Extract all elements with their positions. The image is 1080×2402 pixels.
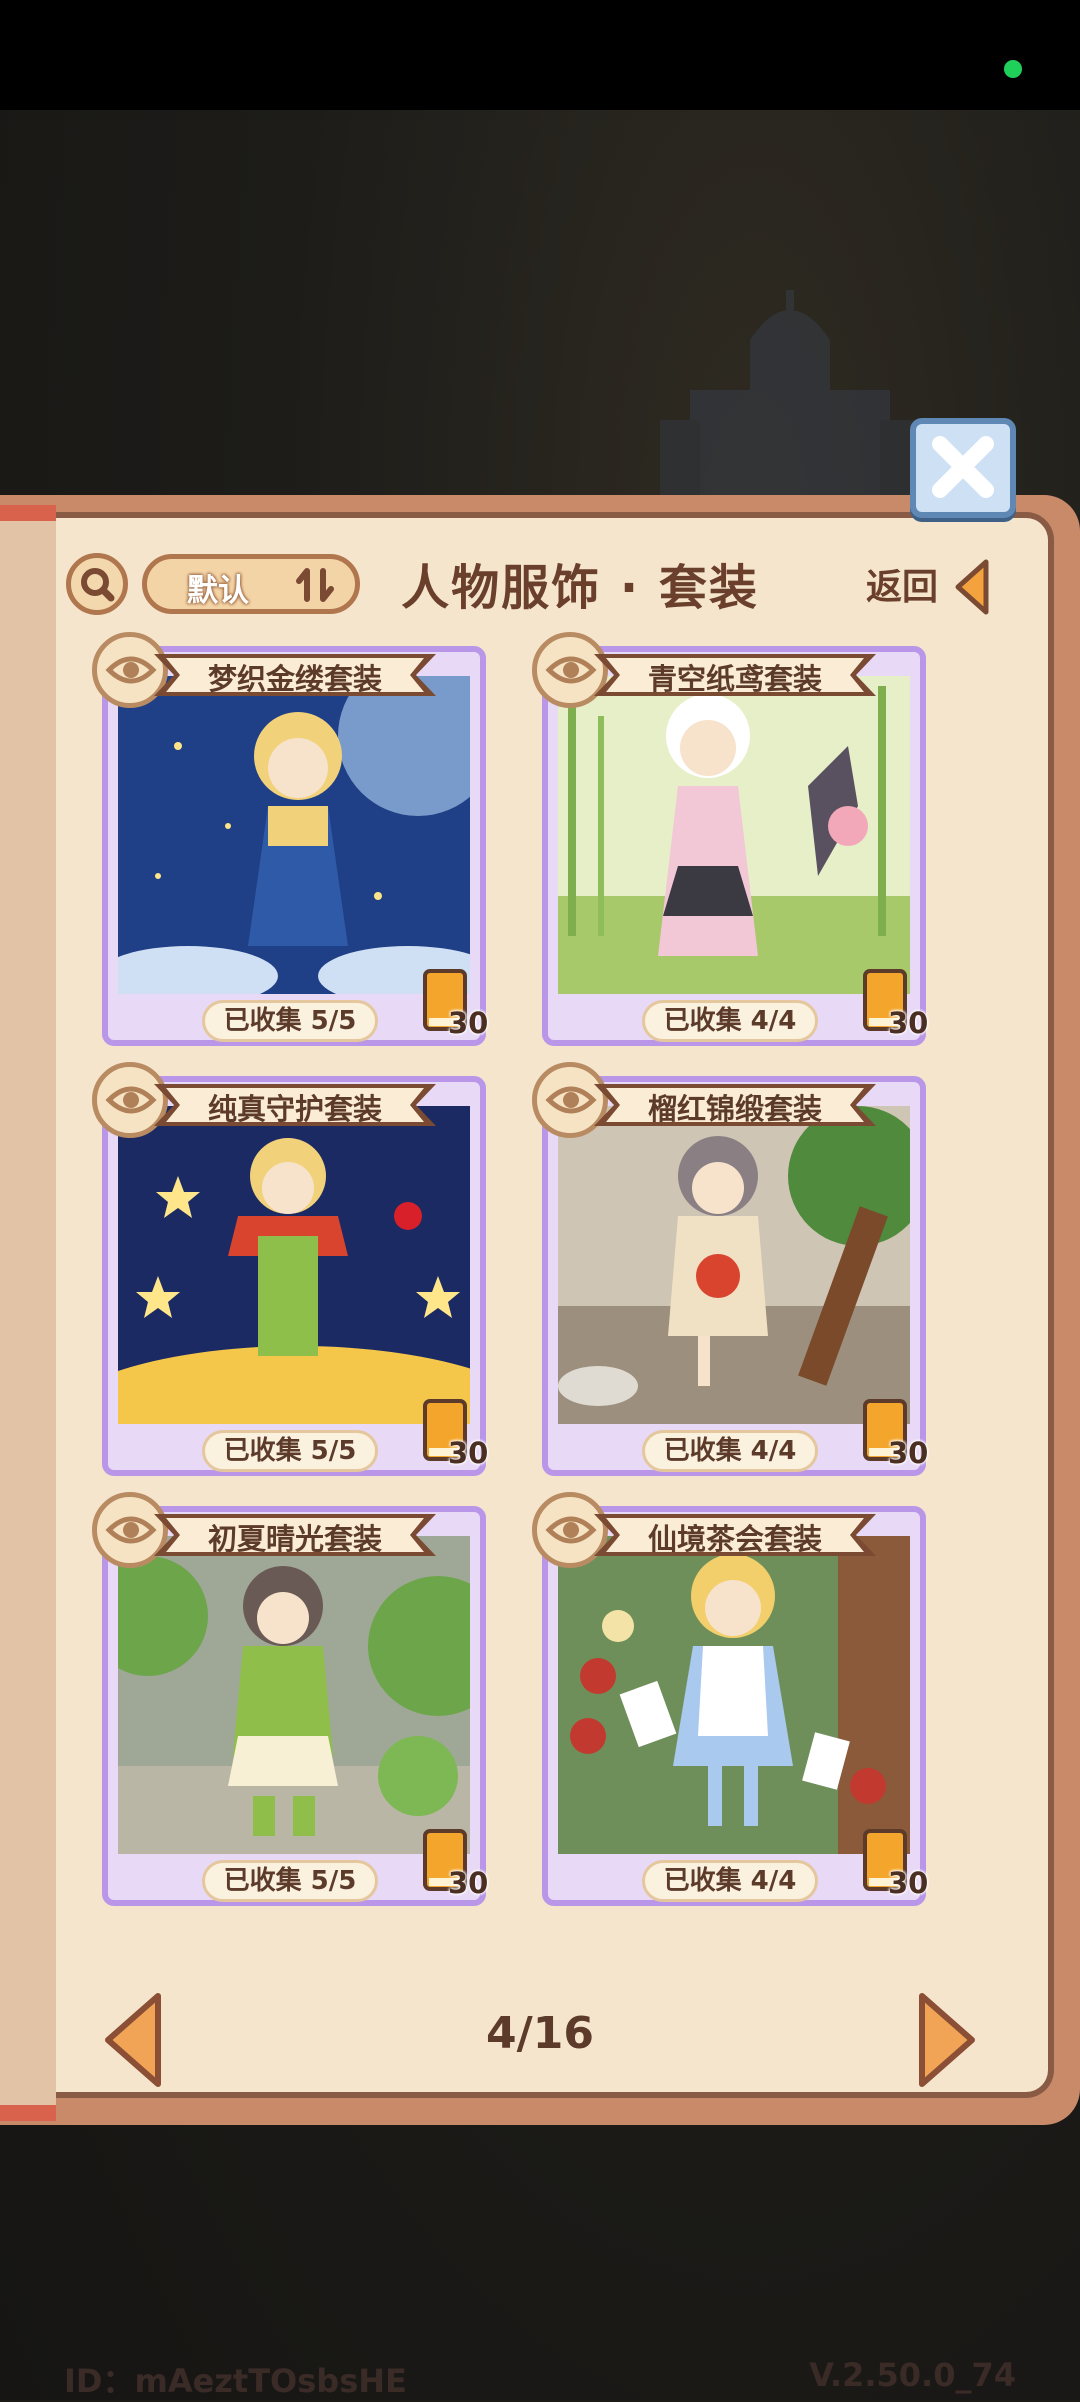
outfit-name: 梦织金缕套装: [207, 662, 382, 696]
previous-page-button[interactable]: [100, 1990, 166, 2090]
back-label: 返回: [866, 567, 939, 608]
outfit-artwork: [118, 1106, 470, 1424]
collected-progress: 已收集 4/4: [642, 1000, 818, 1042]
spine-stripe-top: [0, 505, 56, 521]
outfit-card[interactable]: 纯真守护套装 已收集 5/5 30: [92, 1062, 492, 1482]
close-icon: [932, 436, 994, 498]
sort-dropdown[interactable]: 默认: [142, 554, 360, 614]
book-spine: [0, 505, 56, 2105]
outfit-name: 榴红锦缎套装: [647, 1092, 822, 1126]
sort-order-icon: [296, 568, 334, 602]
eye-icon: [545, 656, 597, 684]
eye-icon: [105, 1086, 157, 1114]
outfit-name-banner: 梦织金缕套装: [154, 646, 436, 704]
reward-badge: 30: [422, 1394, 488, 1474]
outfit-name: 青空纸鸢套装: [647, 662, 822, 696]
outfit-name-banner: 初夏晴光套装: [154, 1506, 436, 1564]
eye-icon: [105, 656, 157, 684]
outfit-card[interactable]: 榴红锦缎套装 已收集 4/4 30: [532, 1062, 932, 1482]
status-bar: [0, 0, 1080, 110]
reward-count: 30: [888, 1436, 929, 1470]
reward-badge: 30: [422, 1824, 488, 1904]
outfit-name-banner: 纯真守护套装: [154, 1076, 436, 1134]
collected-progress: 已收集 4/4: [642, 1860, 818, 1902]
reward-count: 30: [888, 1866, 929, 1900]
search-icon: [81, 568, 115, 602]
castle-silhouette: [660, 290, 920, 520]
outfit-artwork: [558, 1106, 910, 1424]
camera-indicator-dot: [1004, 60, 1022, 78]
sort-label: 默认: [187, 573, 249, 609]
collected-progress: 已收集 5/5: [202, 1430, 378, 1472]
outfit-artwork: [118, 676, 470, 994]
reward-badge: 30: [862, 1394, 928, 1474]
eye-icon: [545, 1516, 597, 1544]
outfit-name: 仙境茶会套装: [647, 1522, 822, 1556]
outfit-card[interactable]: 仙境茶会套装 已收集 4/4 30: [532, 1492, 932, 1912]
next-page-button[interactable]: [914, 1990, 980, 2090]
reward-badge: 30: [862, 964, 928, 1044]
app-version: V.2.50.0_74: [809, 2356, 1016, 2394]
back-arrow-icon: [955, 559, 989, 615]
outfit-name-banner: 仙境茶会套装: [594, 1506, 876, 1564]
back-button[interactable]: 返回: [866, 558, 989, 618]
collected-progress: 已收集 5/5: [202, 1860, 378, 1902]
reward-badge: 30: [862, 1824, 928, 1904]
outfit-artwork: [558, 676, 910, 994]
page-title: 人物服饰 · 套装: [401, 560, 759, 616]
eye-icon: [545, 1086, 597, 1114]
outfit-name-banner: 青空纸鸢套装: [594, 646, 876, 704]
outfit-card[interactable]: 梦织金缕套装 已收集 5/5 30: [92, 632, 492, 1052]
reward-count: 30: [448, 1866, 489, 1900]
reward-count: 30: [448, 1436, 489, 1470]
outfit-card[interactable]: 初夏晴光套装 已收集 5/5 30: [92, 1492, 492, 1912]
reward-count: 30: [888, 1006, 929, 1040]
outfit-name: 纯真守护套装: [207, 1092, 382, 1126]
spine-stripe-bottom: [0, 2105, 56, 2121]
outfit-artwork: [558, 1536, 910, 1854]
player-id: ID：mAeztTOsbsHE: [64, 2362, 407, 2400]
collected-progress: 已收集 5/5: [202, 1000, 378, 1042]
collected-progress: 已收集 4/4: [642, 1430, 818, 1472]
outfit-name-banner: 榴红锦缎套装: [594, 1076, 876, 1134]
outfit-artwork: [118, 1536, 470, 1854]
outfit-card[interactable]: 青空纸鸢套装 已收集 4/4 30: [532, 632, 932, 1052]
close-button[interactable]: [910, 418, 1016, 518]
eye-icon: [105, 1516, 157, 1544]
reward-badge: 30: [422, 964, 488, 1044]
page-indicator: 4/16: [486, 2008, 594, 2059]
outfit-name: 初夏晴光套装: [207, 1522, 382, 1556]
search-button[interactable]: [66, 553, 128, 615]
reward-count: 30: [448, 1006, 489, 1040]
